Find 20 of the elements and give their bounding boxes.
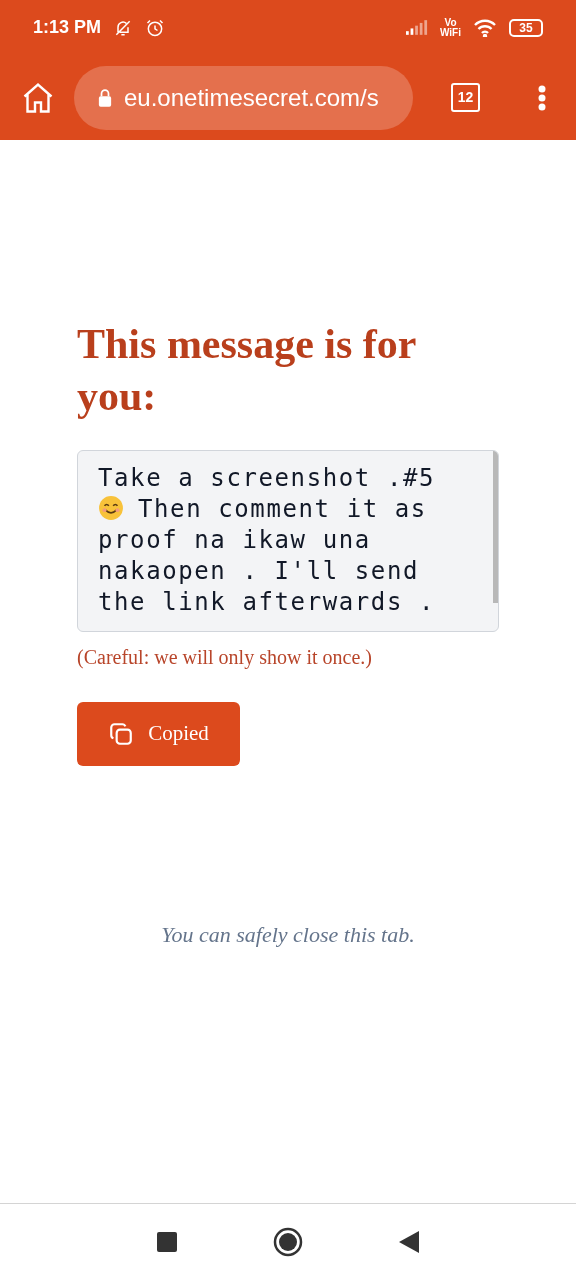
lock-icon [98, 88, 112, 107]
warning-text: (Careful: we will only show it once.) [77, 645, 373, 671]
wifi-icon [473, 18, 497, 37]
signal-icon [406, 20, 428, 35]
alarm-clock-icon [145, 17, 166, 38]
scrollbar-thumb[interactable] [493, 451, 498, 603]
tab-count-button[interactable]: 12 [451, 83, 480, 112]
copy-button[interactable]: Copied [77, 702, 240, 766]
smiling-face-icon [98, 495, 124, 521]
battery-indicator: 35 [509, 18, 543, 37]
url-text: eu.onetimesecret.com/s [124, 82, 379, 113]
copy-icon [108, 721, 135, 747]
status-time: 1:13 PM [33, 16, 102, 39]
address-bar[interactable]: eu.onetimesecret.com/s [74, 65, 413, 130]
more-menu-icon[interactable] [538, 84, 546, 111]
back-triangle-icon[interactable] [399, 1231, 419, 1253]
footer-note: You can safely close this tab. [160, 921, 416, 949]
circle-button-icon[interactable] [273, 1227, 303, 1257]
page-heading: This message is for you: [77, 320, 417, 421]
network-label: Vo WiFi [440, 17, 461, 38]
